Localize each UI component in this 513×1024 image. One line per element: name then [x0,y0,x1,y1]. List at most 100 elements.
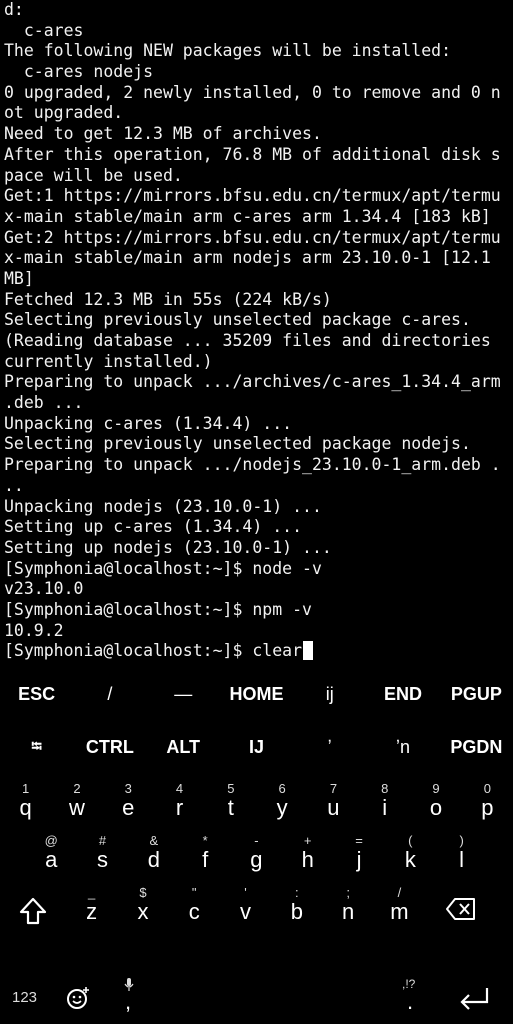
terminal-line: d: [4,0,24,19]
backspace-icon [445,897,477,921]
key-hint: / [397,885,402,900]
extra-key-pgup[interactable]: PGUP [440,684,513,705]
extra-key-ctrl[interactable]: CTRL [73,737,146,758]
emoji-key[interactable] [55,975,101,1024]
terminal-line: currently installed.) [4,351,213,371]
key-l[interactable]: ) l [436,827,487,879]
extra-key-ij[interactable]: IJ [220,737,293,758]
extra-key-symbol[interactable]: / [73,684,146,705]
key-hint: 2 [73,781,81,796]
voice-comma-key[interactable]: , [104,975,152,1024]
extra-key-symbol[interactable]: ʼ [293,737,366,758]
key-hint: ; [346,885,350,900]
key-label: j [356,847,362,872]
keyboard-row-3: _ z $ x " c ' v: b; n / m [0,879,513,931]
extra-key-home[interactable]: HOME [220,684,293,705]
key-h[interactable]: + h [282,827,333,879]
terminal-line: Setting up nodejs (23.10.0-1) ... [4,537,332,557]
key-f[interactable]: * f [179,827,230,879]
period-key[interactable]: ,!? . [386,975,434,1024]
terminal-line: Selecting previously unselected package … [4,310,471,330]
key-label: p [481,795,494,820]
key-hint: : [295,885,299,900]
numbers-key-label: 123 [12,989,38,1006]
key-n[interactable]: ; n [322,879,373,931]
key-hint: - [254,833,259,848]
key-hint: ) [459,833,464,848]
backspace-key[interactable] [425,879,491,931]
key-label: f [202,847,209,872]
key-label: u [327,795,340,820]
key-u[interactable]: 7u [308,775,359,827]
space-bar[interactable] [156,975,380,1024]
extra-key-pgdn[interactable]: PGDN [440,737,513,758]
key-hint: # [98,833,107,848]
key-o[interactable]: 9o [410,775,461,827]
key-hint: 4 [175,781,184,796]
enter-key[interactable] [448,975,508,1024]
key-e[interactable]: 3e [103,775,154,827]
key-z[interactable]: _ z [66,879,117,931]
key-label: k [404,847,416,872]
key-g[interactable]: -g [231,827,282,879]
shift-key[interactable] [0,879,66,931]
extra-key-n[interactable]: ʼn [366,737,439,758]
key-label: c [188,899,200,924]
terminal-line: Fetched 12.3 MB in 55s (224 kB/s) [4,289,332,309]
key-i[interactable]: 8i [359,775,410,827]
terminal-output[interactable]: d: c-ares The following NEW packages will… [4,0,510,668]
key-hint: 3 [124,781,132,796]
terminal-line: Unpacking nodejs (23.10.0-1) ... [4,496,322,516]
terminal-input-line[interactable]: [Symphonia@localhost:~]$ clear [4,641,510,662]
emoji-icon [65,985,91,1011]
command-input[interactable]: clear [252,641,302,660]
comma-key-label: , [125,989,132,1014]
key-v[interactable]: ' v [220,879,271,931]
key-j[interactable]: = j [333,827,384,879]
period-key-label: . [407,989,414,1014]
key-hint: 9 [432,781,440,796]
key-r[interactable]: 4r [154,775,205,827]
key-hint: " [191,885,197,900]
terminal-line: Preparing to unpack .../nodejs_23.10.0-1… [4,455,501,475]
extra-key-tab[interactable]: ⭾ [0,736,73,760]
key-label: h [301,847,314,872]
key-y[interactable]: 6y [256,775,307,827]
extra-keys-row-2: ⭾ CTRL ALT IJ ʼ ʼn PGDN [0,721,513,774]
extra-key-ij[interactable]: ij [293,684,366,705]
key-label: y [276,795,288,820]
key-a[interactable]: @ a [26,827,77,879]
key-w[interactable]: 2w [51,775,102,827]
terminal-line: .. [4,475,24,495]
key-hint: = [355,833,363,848]
extra-key-end[interactable]: END [366,684,439,705]
key-s[interactable]: # s [77,827,128,879]
key-label: x [137,899,149,924]
terminal-line: pace will be used. [4,165,183,185]
key-t[interactable]: 5t [205,775,256,827]
key-d[interactable]: & d [128,827,179,879]
key-c[interactable]: " c [169,879,220,931]
key-hint: ( [408,833,413,848]
soft-keyboard: 1q2w3e4r5t6y7u8i9o0p @ a # s & d * f - g + h = j(k) l … [0,775,513,1024]
key-label: t [227,795,234,820]
key-label: w [69,795,85,820]
extra-key-esc[interactable]: ESC [0,684,73,705]
key-hint: 5 [227,781,235,796]
key-b[interactable]: :b [271,879,322,931]
key-hint: 0 [483,781,491,796]
key-hint: 1 [22,781,30,796]
key-hint: * [202,833,208,848]
key-q[interactable]: 1q [0,775,51,827]
extra-key-alt[interactable]: ALT [147,737,220,758]
numbers-key[interactable]: 123 [0,975,52,1024]
key-x[interactable]: $ x [117,879,168,931]
key-p[interactable]: 0p [462,775,513,827]
key-k[interactable]: (k [385,827,436,879]
key-label: g [250,847,263,872]
text-cursor [303,641,314,661]
key-m[interactable]: / m [374,879,425,931]
key-label: s [97,847,109,872]
key-hint: $ [139,885,147,900]
extra-key-symbol[interactable]: — [147,684,220,705]
